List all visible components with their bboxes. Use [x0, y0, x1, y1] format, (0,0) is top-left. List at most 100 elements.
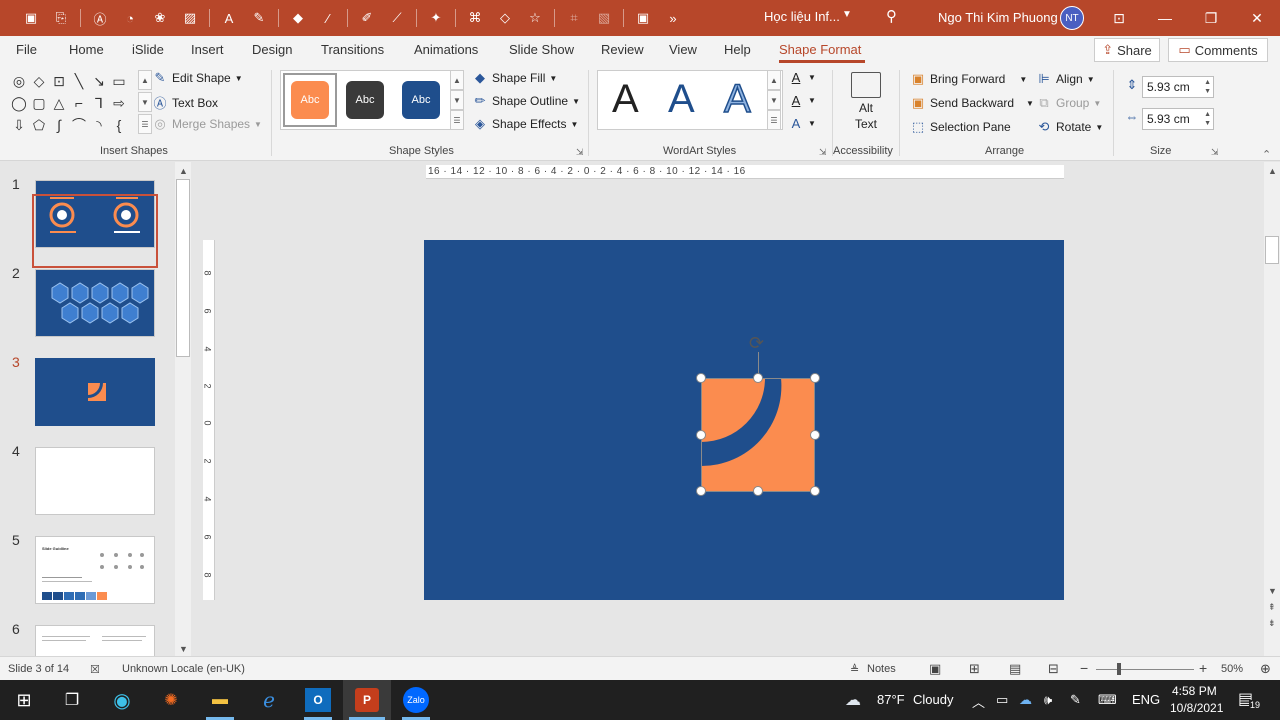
tab-shape-format[interactable]: Shape Format — [779, 42, 861, 57]
rectangle-shape-icon[interactable]: ▭ — [110, 72, 128, 90]
alt-text-button[interactable]: Alt Text — [846, 72, 886, 132]
highlighter-icon[interactable]: ✎ — [246, 5, 272, 31]
autosave-icon[interactable]: ▣ — [18, 5, 44, 31]
resize-handle-top[interactable] — [753, 373, 763, 383]
triangle-shape-icon[interactable]: △ — [50, 94, 68, 112]
down-arrow-shape-icon[interactable]: ⇩ — [10, 116, 28, 134]
display-icon[interactable]: ▭ — [996, 692, 1008, 708]
wordart-style-black[interactable]: A — [612, 77, 639, 122]
internet-explorer-icon[interactable]: ℯ — [249, 684, 289, 716]
resize-handle-bottom-right[interactable] — [810, 486, 820, 496]
unikey-icon[interactable]: ✺ — [151, 684, 191, 716]
spelling-icon[interactable]: ☒ — [90, 663, 100, 676]
avatar[interactable]: NT — [1060, 6, 1084, 30]
rounded-rect-shape-icon[interactable]: ▢ — [30, 94, 48, 112]
collapse-ribbon-icon[interactable]: ⌃ — [1262, 148, 1271, 161]
zoom-out-icon[interactable]: − — [1080, 660, 1088, 676]
text-outline-button[interactable]: A ▼ — [788, 93, 816, 108]
slide-thumbnail-4[interactable] — [35, 447, 155, 515]
wordart-scroll-down-icon[interactable]: ▼ — [767, 90, 781, 110]
style-swatch-dark[interactable]: Abc — [346, 81, 384, 119]
notes-icon[interactable]: ≜ — [850, 663, 859, 676]
ribbon-display-options-icon[interactable]: ⊡ — [1096, 0, 1142, 36]
tab-insert[interactable]: Insert — [191, 42, 224, 57]
scroll-down-icon[interactable]: ▼ — [1268, 586, 1277, 596]
minimize-icon[interactable]: — — [1142, 0, 1188, 36]
magic-icon[interactable]: ✦ — [423, 5, 449, 31]
pentagon-shape-icon[interactable]: ⬠ — [30, 116, 48, 134]
rotate-handle-icon[interactable]: ⟳ — [749, 333, 764, 354]
clock-time[interactable]: 4:58 PM — [1172, 684, 1217, 698]
slide-thumbnail-5[interactable]: Slide Guidline — [35, 536, 155, 604]
send-backward-button[interactable]: ▣ Send Backward ▼ — [910, 95, 1034, 111]
wordart-style-outline[interactable]: A — [723, 76, 751, 122]
wordart-more-icon[interactable]: ☰ — [767, 110, 781, 130]
task-view-icon[interactable]: ❐ — [52, 684, 92, 716]
tab-transitions[interactable]: Transitions — [321, 42, 384, 57]
slide-show-icon[interactable]: ⊟ — [1048, 661, 1059, 677]
tab-review[interactable]: Review — [601, 42, 644, 57]
styles-scroll-down-icon[interactable]: ▼ — [450, 90, 464, 110]
zoom-in-icon[interactable]: + — [1199, 660, 1207, 676]
line-shape-icon[interactable]: ╲ — [70, 72, 88, 90]
scrollbar-thumb[interactable] — [1265, 236, 1279, 264]
right-arrow-shape-icon[interactable]: ⇨ — [110, 94, 128, 112]
spinner-icon[interactable]: ▲ ▼ — [1204, 110, 1211, 128]
group-button[interactable]: ⧉ Group ▼ — [1036, 95, 1101, 111]
tab-help[interactable]: Help — [724, 42, 751, 57]
styles-scroll-up-icon[interactable]: ▲ — [450, 70, 464, 90]
fit-to-window-icon[interactable]: ⊕ — [1260, 661, 1271, 677]
slide-thumbnail-6[interactable] — [35, 625, 155, 656]
selection-pane-button[interactable]: ⬚ Selection Pane — [910, 119, 1011, 135]
zalo-icon[interactable]: Zalo — [403, 687, 429, 713]
tab-islide[interactable]: iSlide — [132, 42, 164, 57]
slide-sorter-icon[interactable]: ⊞ — [969, 661, 980, 677]
dialog-launcher-icon[interactable]: ⇲ — [1211, 147, 1219, 158]
picture-icon[interactable]: ▨ — [177, 5, 203, 31]
ellipse-shape-icon[interactable]: ◯ — [10, 94, 28, 112]
arc-shape-icon[interactable]: ◝ — [90, 116, 108, 134]
volume-icon[interactable]: 🕪 — [1044, 692, 1052, 708]
scroll-up-icon[interactable]: ▲ — [1268, 166, 1277, 176]
language-indicator[interactable]: ENG — [1132, 692, 1160, 707]
open-icon[interactable]: ⎘ — [48, 5, 74, 31]
edit-shape-button[interactable]: ✎ Edit Shape ▼ — [152, 70, 243, 86]
share-button[interactable]: ⇪ Share — [1094, 38, 1160, 62]
comments-button[interactable]: ▭ Comments — [1168, 38, 1268, 62]
lasso-icon[interactable]: ◇ — [492, 5, 518, 31]
zoom-slider[interactable] — [1096, 669, 1194, 670]
onedrive-icon[interactable]: ☁ — [1019, 692, 1032, 708]
oval-shape-icon[interactable]: ◎ — [10, 72, 28, 90]
resize-handle-bottom-left[interactable] — [696, 486, 706, 496]
spinner-icon[interactable]: ▲ ▼ — [1204, 78, 1211, 96]
arrow-line-shape-icon[interactable]: ↘ — [90, 72, 108, 90]
fill-icon[interactable]: ◆ — [285, 5, 311, 31]
format-painter-icon[interactable]: ⟋ — [384, 5, 410, 31]
normal-view-icon[interactable]: ▣ — [929, 661, 941, 677]
image-icon[interactable]: ▧ — [591, 5, 617, 31]
locale-indicator[interactable]: Unknown Locale (en-UK) — [122, 663, 245, 675]
notes-button[interactable]: Notes — [867, 663, 896, 675]
rotate-button[interactable]: ⟲ Rotate ▼ — [1036, 119, 1104, 135]
dialog-launcher-icon[interactable]: ⇲ — [819, 147, 827, 158]
weather-condition[interactable]: Cloudy — [913, 692, 953, 707]
restore-icon[interactable]: ❐ — [1188, 0, 1234, 36]
bring-forward-button[interactable]: ▣ Bring Forward ▼ — [910, 71, 1027, 87]
tab-slide-show[interactable]: Slide Show — [509, 42, 574, 57]
curve-shape-icon[interactable]: ∫ — [50, 116, 68, 134]
powerpoint-icon[interactable]: P — [355, 688, 379, 712]
document-title[interactable]: Học liệu Inf... — [764, 9, 840, 24]
chevron-down-icon[interactable]: ▼ — [842, 9, 852, 20]
resize-handle-right[interactable] — [810, 430, 820, 440]
pen-workspace-icon[interactable]: ✎ — [1070, 692, 1081, 708]
resize-handle-top-left[interactable] — [696, 373, 706, 383]
gallery-scroll-down-icon[interactable]: ▼ — [138, 92, 152, 112]
slide-thumbnail-3[interactable] — [35, 358, 155, 426]
weather-temperature[interactable]: 87°F — [877, 692, 905, 707]
brace-shape-icon[interactable]: { — [110, 116, 128, 134]
shape-width-input[interactable]: 5.93 cm ▲ ▼ — [1142, 108, 1214, 130]
tab-view[interactable]: View — [669, 42, 697, 57]
shape-height-input[interactable]: 5.93 cm ▲ ▼ — [1142, 76, 1214, 98]
next-slide-icon[interactable]: ⇟ — [1268, 618, 1276, 629]
more-icon[interactable]: » — [660, 5, 686, 31]
